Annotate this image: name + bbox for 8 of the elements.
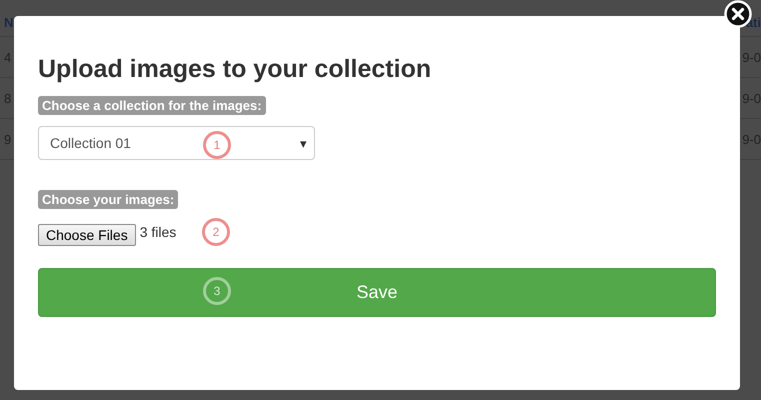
- choose-files-button[interactable]: Choose Files: [38, 224, 136, 246]
- dialog-title: Upload images to your collection: [38, 54, 432, 84]
- step-marker: 1: [203, 131, 231, 159]
- step-marker: 2: [202, 218, 230, 246]
- field-label: Choose a collection for the images:: [38, 96, 266, 115]
- file-status: 3 files: [140, 224, 176, 240]
- field-label: Choose your images:: [38, 190, 178, 209]
- step-marker: 3: [203, 277, 231, 305]
